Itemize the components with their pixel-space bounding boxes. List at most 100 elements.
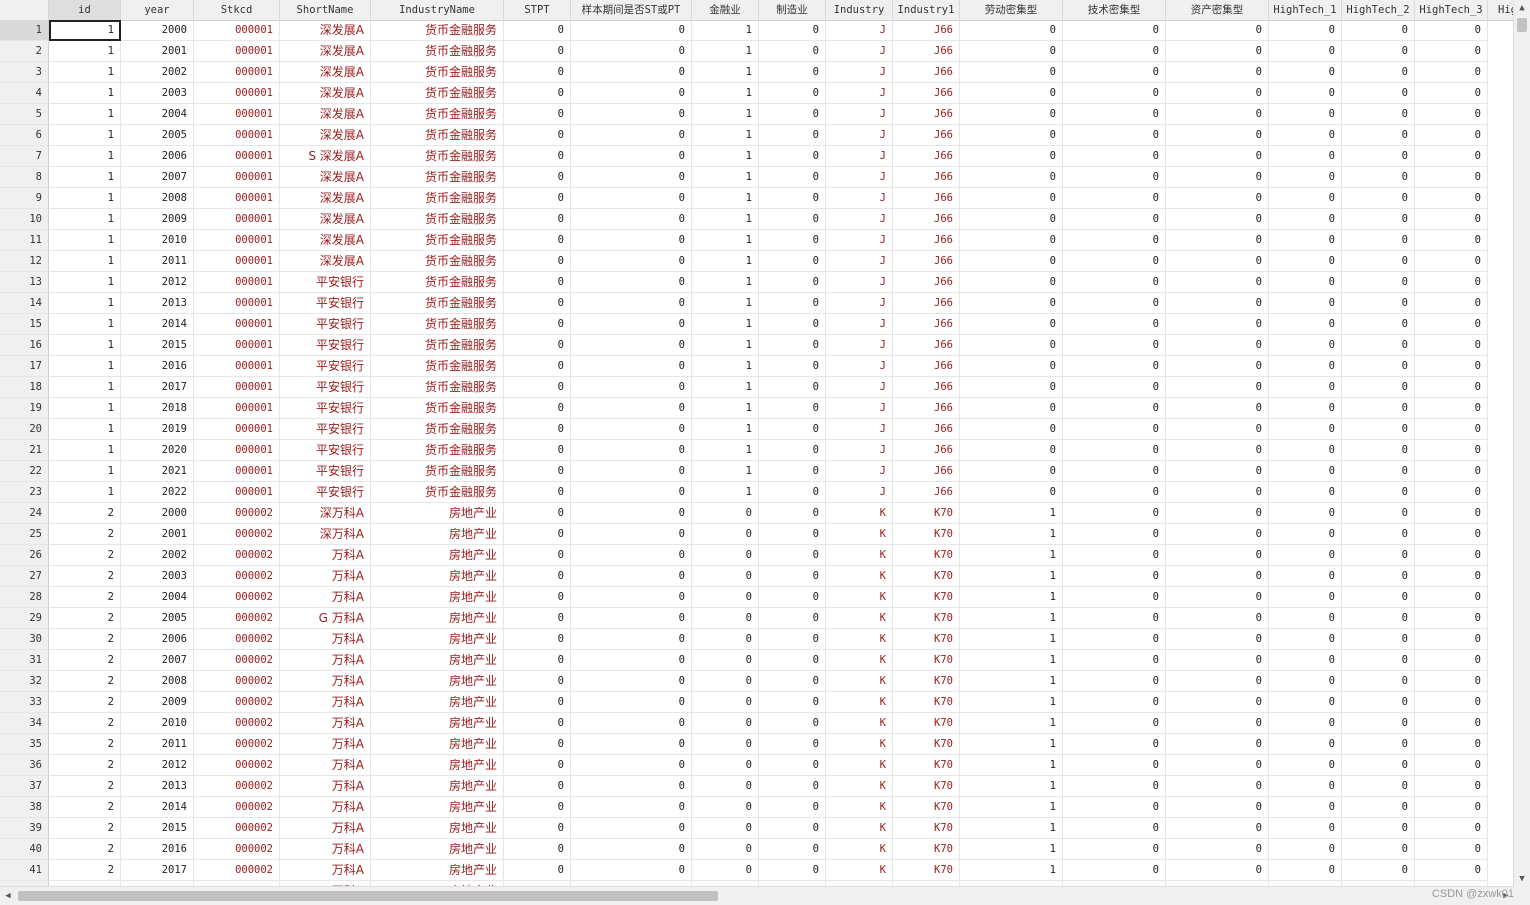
table-cell[interactable]: J [826,272,893,293]
table-cell[interactable]: 1 [692,230,759,251]
table-cell[interactable]: 0 [1269,188,1342,209]
column-header[interactable]: year [121,0,194,20]
table-cell[interactable]: 平安银行 [280,398,371,419]
table-cell[interactable]: 0 [571,209,692,230]
table-cell[interactable]: 0 [1166,440,1269,461]
table-cell[interactable]: 0 [504,356,571,377]
table-cell[interactable]: 0 [1166,860,1269,881]
table-row[interactable]: 1 1 2000 000001 深发展A 货币金融服务 0 0 1 0 J J66 0 0 0 0 0 0 [0,20,1488,41]
table-cell[interactable]: 0 [1269,734,1342,755]
table-cell[interactable]: 000001 [194,83,280,104]
table-cell[interactable]: 0 [692,545,759,566]
table-cell[interactable]: 0 [1415,41,1488,62]
table-cell[interactable]: J66 [893,377,960,398]
table-cell[interactable]: 2006 [121,146,194,167]
table-cell[interactable]: J [826,482,893,503]
row-number[interactable]: 23 [0,482,49,503]
table-cell[interactable]: 0 [759,230,826,251]
table-cell[interactable]: 0 [1415,629,1488,650]
table-cell[interactable]: 0 [1269,566,1342,587]
table-row[interactable]: 37 2 2013 000002 万科A 房地产业 0 0 0 0 K K70 1 0 0 0 0 0 [0,776,1488,797]
table-cell[interactable]: 0 [504,545,571,566]
table-cell[interactable]: G 万科A [280,608,371,629]
table-cell[interactable]: 房地产业 [371,755,504,776]
table-cell[interactable]: 0 [960,251,1063,272]
table-cell[interactable]: 1 [49,272,121,293]
table-cell[interactable]: 0 [1342,587,1415,608]
table-cell[interactable]: 0 [1166,167,1269,188]
table-cell[interactable]: 0 [960,62,1063,83]
table-cell[interactable]: 货币金融服务 [371,377,504,398]
table-cell[interactable]: 0 [1269,671,1342,692]
table-cell[interactable]: 000001 [194,440,280,461]
table-cell[interactable]: 0 [759,293,826,314]
table-cell[interactable]: 0 [759,62,826,83]
table-cell[interactable]: 000001 [194,419,280,440]
table-cell[interactable]: 0 [960,41,1063,62]
table-cell[interactable]: K [826,608,893,629]
table-cell[interactable]: 房地产业 [371,566,504,587]
table-cell[interactable]: 000002 [194,566,280,587]
table-cell[interactable]: 0 [504,83,571,104]
table-cell[interactable]: 货币金融服务 [371,104,504,125]
table-cell[interactable]: 1 [692,125,759,146]
table-cell[interactable]: 平安银行 [280,440,371,461]
table-cell[interactable]: K [826,524,893,545]
table-cell[interactable]: 000002 [194,713,280,734]
table-cell[interactable]: 0 [504,440,571,461]
table-row[interactable]: 26 2 2002 000002 万科A 房地产业 0 0 0 0 K K70 1 0 0 0 0 0 [0,545,1488,566]
table-cell[interactable]: 0 [759,587,826,608]
table-cell[interactable]: 0 [1063,440,1166,461]
table-cell[interactable]: 0 [1166,608,1269,629]
table-cell[interactable]: 0 [692,818,759,839]
table-cell[interactable]: 深万科A [280,503,371,524]
table-cell[interactable]: 0 [759,272,826,293]
table-cell[interactable]: J66 [893,440,960,461]
table-cell[interactable]: 0 [571,629,692,650]
table-row[interactable]: 7 1 2006 000001 S 深发展A 货币金融服务 0 0 1 0 J J66 0 0 0 0 0 0 [0,146,1488,167]
table-cell[interactable]: J66 [893,41,960,62]
table-cell[interactable]: 000001 [194,146,280,167]
table-cell[interactable]: 2002 [121,62,194,83]
table-cell[interactable]: 0 [1063,461,1166,482]
table-cell[interactable]: 0 [1166,146,1269,167]
table-cell[interactable]: 0 [960,20,1063,41]
table-cell[interactable]: 0 [571,41,692,62]
table-cell[interactable]: 平安银行 [280,314,371,335]
table-cell[interactable]: 0 [504,125,571,146]
table-cell[interactable]: 0 [571,62,692,83]
table-cell[interactable]: 1 [49,104,121,125]
table-cell[interactable]: 000001 [194,251,280,272]
table-cell[interactable]: 0 [960,83,1063,104]
table-cell[interactable]: 0 [1415,461,1488,482]
table-cell[interactable]: 0 [504,482,571,503]
table-cell[interactable]: 2019 [121,419,194,440]
table-cell[interactable]: 000001 [194,104,280,125]
table-row[interactable]: 4 1 2003 000001 深发展A 货币金融服务 0 0 1 0 J J66 0 0 0 0 0 0 [0,83,1488,104]
table-cell[interactable]: J66 [893,482,960,503]
table-cell[interactable]: 0 [960,398,1063,419]
table-cell[interactable]: 000001 [194,461,280,482]
table-cell[interactable]: 0 [692,566,759,587]
table-cell[interactable]: 0 [759,503,826,524]
table-cell[interactable]: 0 [1269,230,1342,251]
table-cell[interactable]: 0 [1415,125,1488,146]
table-cell[interactable]: 000001 [194,62,280,83]
table-cell[interactable]: 房地产业 [371,839,504,860]
table-cell[interactable]: 0 [1415,587,1488,608]
table-row[interactable]: 22 1 2021 000001 平安银行 货币金融服务 0 0 1 0 J J66 0 0 0 0 0 0 [0,461,1488,482]
table-cell[interactable]: 2010 [121,713,194,734]
table-cell[interactable]: 平安银行 [280,335,371,356]
table-cell[interactable]: 0 [1415,83,1488,104]
table-cell[interactable]: 0 [1269,545,1342,566]
table-cell[interactable]: 0 [692,587,759,608]
table-cell[interactable]: J [826,62,893,83]
row-number[interactable]: 12 [0,251,49,272]
table-cell[interactable]: 000002 [194,587,280,608]
table-cell[interactable]: 000001 [194,314,280,335]
table-cell[interactable]: 0 [1415,608,1488,629]
table-cell[interactable]: 2000 [121,503,194,524]
table-cell[interactable]: 0 [960,104,1063,125]
table-cell[interactable]: 深万科A [280,524,371,545]
table-cell[interactable]: 0 [1063,524,1166,545]
